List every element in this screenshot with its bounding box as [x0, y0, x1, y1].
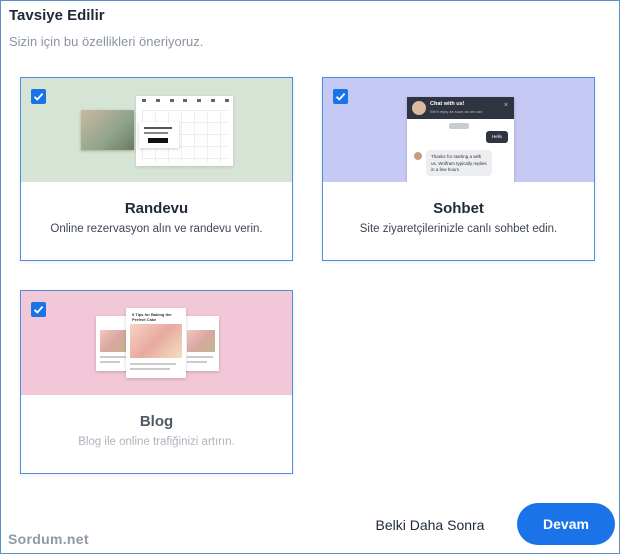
card-description: Online rezervasyon alın ve randevu verin… [50, 223, 263, 235]
blog-page-illustration: 5 Tips for Baking the Perfect Cake [126, 308, 186, 378]
avatar [412, 101, 426, 115]
feature-card-blog[interactable]: 5 Tips for Baking the Perfect Cake Blog … [20, 290, 293, 474]
card-title: Randevu [124, 200, 189, 217]
card-description: Site ziyaretçilerinizle canlı sohbet edi… [359, 223, 558, 235]
checkmark-icon [33, 305, 44, 314]
continue-button[interactable]: Devam [517, 503, 615, 545]
feature-card-randevu[interactable]: Randevu Online rezervasyon alın ve rande… [20, 77, 293, 261]
chat-window-illustration: Chat with us! We'll reply as soon as we … [407, 97, 514, 182]
feature-card-sohbet[interactable]: Chat with us! We'll reply as soon as we … [322, 77, 595, 261]
chat-title: Chat with us! [430, 101, 465, 107]
checkbox-randevu[interactable] [31, 89, 46, 104]
user-message: Hello [486, 131, 508, 143]
booking-popup-illustration [139, 122, 179, 148]
card-banner [21, 78, 292, 182]
checkmark-icon [335, 92, 346, 101]
checkbox-sohbet[interactable] [333, 89, 348, 104]
card-banner: Chat with us! We'll reply as soon as we … [323, 78, 594, 182]
card-banner: 5 Tips for Baking the Perfect Cake [21, 291, 292, 395]
dialog-subtitle: Sizin için bu özellikleri öneriyoruz. [9, 34, 204, 49]
agent-avatar [414, 152, 422, 160]
close-icon: × [503, 102, 508, 109]
dialog-title: Tavsiye Edilir [9, 7, 105, 24]
agent-reply: Thanks for starting a with us, Wolfram t… [426, 150, 492, 176]
card-title: Blog [139, 413, 174, 430]
date-pill [449, 123, 469, 129]
later-button[interactable]: Belki Daha Sonra [355, 512, 505, 538]
plant-photo-illustration [81, 110, 134, 150]
watermark: Sordum.net [8, 531, 89, 547]
checkbox-blog[interactable] [31, 302, 46, 317]
blog-page-illustration [183, 316, 219, 371]
checkmark-icon [33, 92, 44, 101]
card-description: Blog ile online trafiğinizi artırın. [78, 436, 235, 448]
card-title: Sohbet [433, 200, 484, 217]
blog-post-title: 5 Tips for Baking the Perfect Cake [132, 312, 172, 322]
chat-status: We'll reply as soon as we can [430, 109, 483, 114]
